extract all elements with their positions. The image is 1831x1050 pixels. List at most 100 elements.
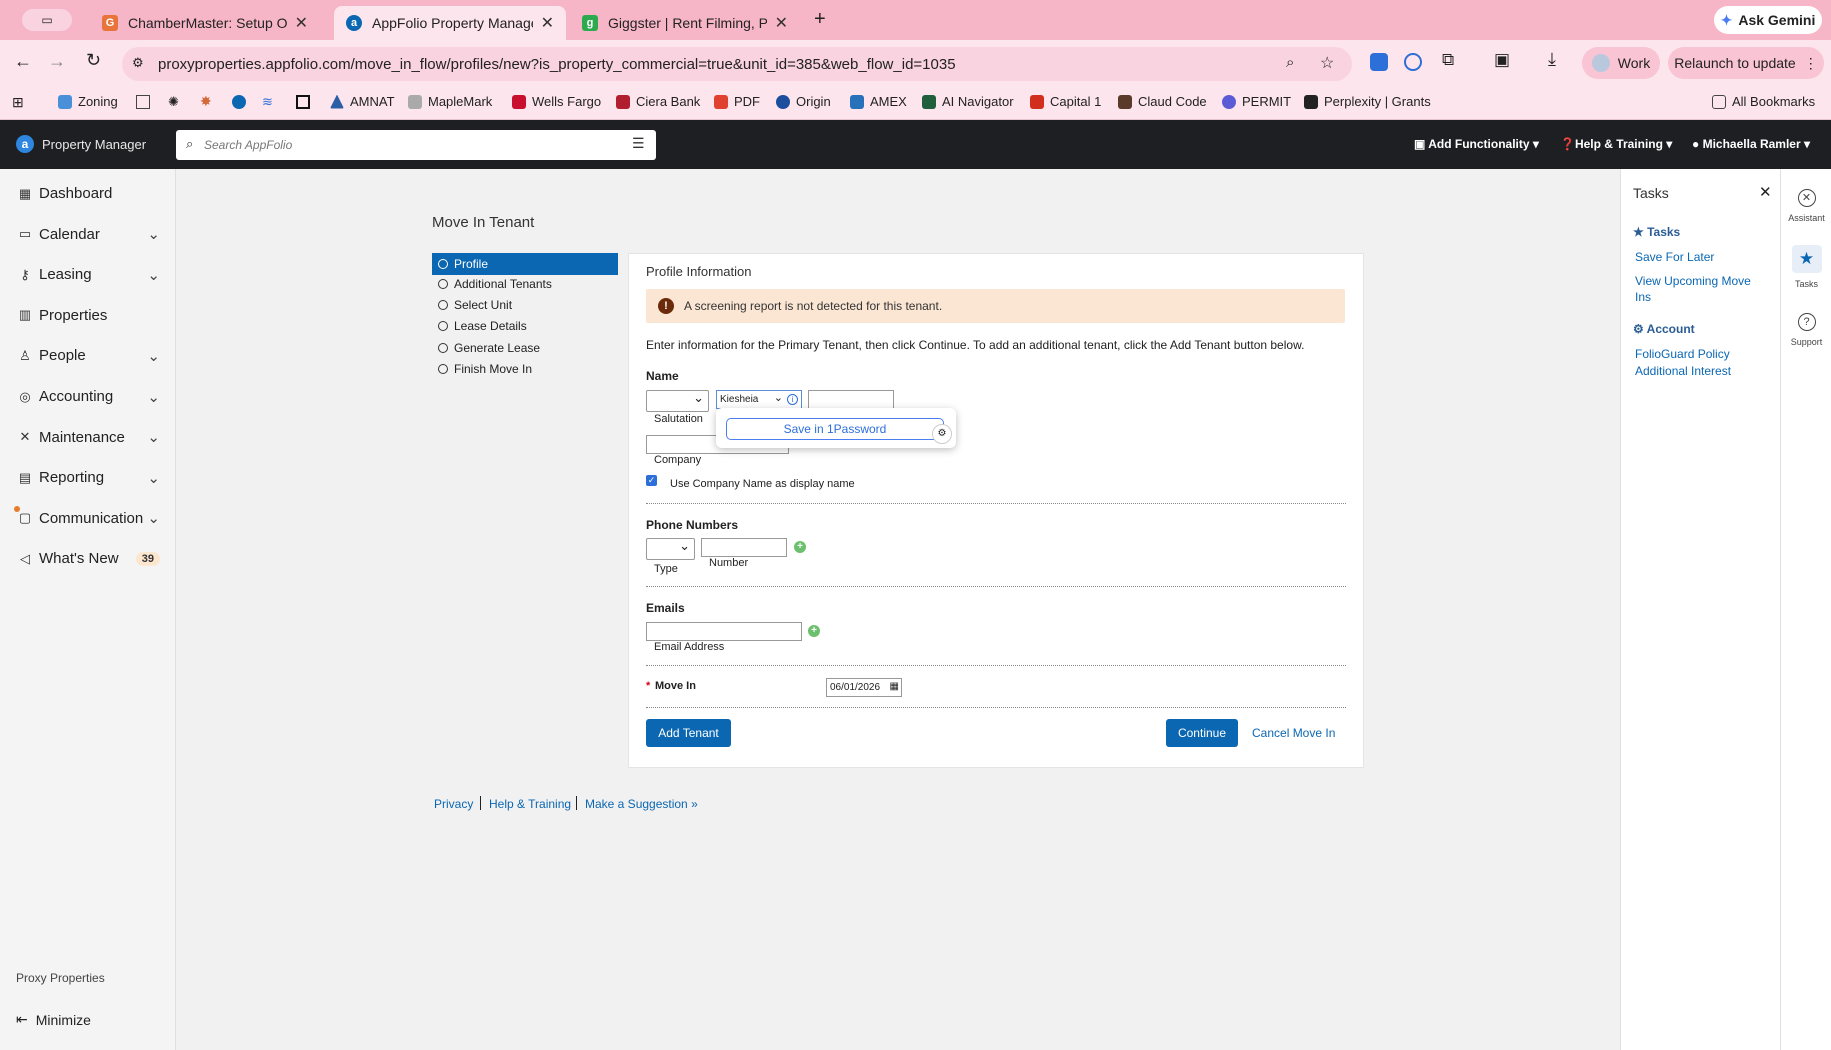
user-menu[interactable]: ● Michaella Ramler ▾ [1692,137,1810,151]
sidebar-item-leasing[interactable]: ⚷ Leasing ⌄ [18,266,160,284]
site-info-icon[interactable]: ⚙ [132,55,144,71]
sidebar-item-calendar[interactable]: ▭ Calendar ⌄ [18,226,160,244]
help-training-menu[interactable]: ❓Help & Training ▾ [1560,137,1672,151]
use-company-checkbox[interactable]: ✓ [646,475,657,486]
1password-info-icon[interactable]: i [787,394,798,405]
wave-bookmark-icon[interactable]: ≋ [262,94,273,110]
bookmark-zoning[interactable]: Zoning [58,94,118,109]
step-lease-details[interactable]: Lease Details [432,316,618,336]
close-icon[interactable]: ✕ [1759,183,1772,201]
sidebar-item-reporting[interactable]: ▤ Reporting ⌄ [18,469,160,487]
tab-chambermaster[interactable]: G ChamberMaster: Setup Optio ✕ [90,6,320,40]
phone-number-input[interactable] [701,538,787,557]
ask-gemini-button[interactable]: ✦ Ask Gemini [1714,6,1822,34]
bookmark-star-icon[interactable]: ☆ [1320,53,1334,73]
square-bookmark-icon[interactable] [296,95,310,109]
bookmark-wells-fargo[interactable]: Wells Fargo [512,94,601,109]
tasks-rail-button[interactable]: ★ Tasks [1781,245,1831,289]
bookmark-perplexity[interactable]: Perplexity | Grants [1304,94,1431,109]
save-for-later-link[interactable]: Save For Later [1635,250,1714,264]
email-address-input[interactable] [646,622,802,641]
bookmark-claud-code[interactable]: Claud Code [1118,94,1207,109]
filter-icon[interactable]: ☰ [632,135,645,152]
download-icon[interactable]: ⤓ [1548,49,1556,70]
relaunch-button[interactable]: Relaunch to update ⋮ [1668,47,1824,79]
bookmark-capital-1[interactable]: Capital 1 [1030,94,1101,109]
new-tab-icon[interactable]: + [814,8,826,31]
continue-button[interactable]: Continue [1166,719,1238,747]
close-tab-icon[interactable]: ✕ [775,13,788,33]
support-button[interactable]: ? Support [1781,313,1831,347]
sidebar-item-accounting[interactable]: ◎ Accounting ⌄ [18,388,160,406]
sidebar-item-what-s-new[interactable]: ◁ What's New 39 [18,550,160,567]
additional-interest-link[interactable]: Additional Interest [1635,364,1731,378]
bookmark-amex[interactable]: AMEX [850,94,907,109]
work-profile-button[interactable]: Work [1582,47,1660,79]
step-select-unit[interactable]: Select Unit [432,295,618,315]
step-additional-tenants[interactable]: Additional Tenants [432,274,618,294]
url-bar[interactable]: ⚙ proxyproperties.appfolio.com/move_in_f… [122,47,1352,81]
assistant-button[interactable]: ✕ Assistant [1781,189,1831,223]
step-profile[interactable]: Profile [432,253,618,275]
sidebar-item-dashboard[interactable]: ▦ Dashboard [18,185,160,202]
step-finish-move-in[interactable]: Finish Move In [432,359,618,379]
bookmark-maplemark[interactable]: MapleMark [408,94,492,109]
tab-search-icon[interactable]: ▣ [1494,50,1510,70]
work-label: Work [1617,55,1651,71]
maplemark-icon [408,94,422,109]
extension-icon[interactable] [1370,53,1388,71]
sidebar-item-people[interactable]: ♙ People ⌄ [18,347,160,365]
bookmark-amnat[interactable]: AMNAT [330,94,395,109]
tab-appfolio[interactable]: a AppFolio Property Manager ✕ [334,6,566,40]
help-training-link[interactable]: Help & Training [489,797,571,811]
save-in-1password-button[interactable]: Save in 1Password [726,418,944,440]
folioguard-policy-link[interactable]: FolioGuard Policy [1635,347,1730,361]
search-input[interactable]: ⌕ Search AppFolio ☰ [176,130,656,160]
close-tab-icon[interactable]: ✕ [541,13,554,33]
view-upcoming-move-ins-link[interactable]: View Upcoming Move Ins [1635,273,1765,305]
onepassword-icon[interactable] [1404,53,1422,71]
bookmark-pdf[interactable]: PDF [714,94,760,109]
bookmark-permit[interactable]: PERMIT [1222,94,1291,109]
1password-settings-icon[interactable]: ⚙ [932,424,952,444]
claude-bookmark-icon[interactable]: ✸ [200,93,212,110]
add-functionality-menu[interactable]: ▣ Add Functionality ▾ [1414,137,1539,151]
first-name-input[interactable]: Kiesheia ⌄ i [716,390,802,409]
zoom-icon[interactable]: ⌕ [1286,54,1294,71]
salutation-select[interactable] [646,390,709,412]
reload-icon[interactable]: ↻ [86,50,101,71]
step-generate-lease[interactable]: Generate Lease [432,338,618,358]
all-bookmarks[interactable]: All Bookmarks [1712,94,1815,109]
puzzle-icon[interactable]: ⧉ [1442,50,1454,70]
1password-dropdown-icon[interactable]: ⌄ [774,391,783,404]
bookmark-ciera-bank[interactable]: Ciera Bank [616,94,700,109]
add-phone-icon[interactable]: + [794,541,806,553]
make-suggestion-link[interactable]: Make a Suggestion » [585,797,698,811]
forward-icon[interactable]: → [48,51,66,72]
privacy-link[interactable]: Privacy [434,797,473,811]
tab-search-icon[interactable]: ▭ [22,9,72,31]
bookmark-ai-navigator[interactable]: AI Navigator [922,94,1014,109]
sidebar-item-communication[interactable]: ▢ Communication ⌄ [14,505,160,527]
last-name-input[interactable] [808,390,894,409]
bookmark-origin[interactable]: Origin [776,94,831,109]
minimize-button[interactable]: ⇤ Minimize [16,1011,91,1028]
apps-icon[interactable]: ⊞ [12,94,24,111]
close-tab-icon[interactable]: ✕ [295,13,308,33]
openai-bookmark-icon[interactable]: ✺ [168,94,179,110]
appfolio-logo-icon[interactable]: a [16,135,34,153]
calculator-bookmark-icon[interactable] [136,95,150,109]
footer-separator [576,796,577,810]
tab-giggster[interactable]: g Giggster | Rent Filming, Photo ✕ [570,6,800,40]
back-icon[interactable]: ← [14,51,32,72]
step-status-icon [438,300,448,311]
calendar-picker-icon[interactable]: ▦ [890,681,899,692]
add-tenant-button[interactable]: Add Tenant [646,719,731,747]
move-in-date-input[interactable]: 06/01/2026 ▦ [826,678,902,697]
sidebar-item-properties[interactable]: ▥ Properties [18,307,160,324]
add-email-icon[interactable]: + [808,625,820,637]
appfolio-bookmark-icon[interactable] [232,95,246,109]
phone-type-select[interactable] [646,538,695,560]
sidebar-item-maintenance[interactable]: ✕ Maintenance ⌄ [18,429,160,447]
cancel-move-in-link[interactable]: Cancel Move In [1252,726,1335,740]
